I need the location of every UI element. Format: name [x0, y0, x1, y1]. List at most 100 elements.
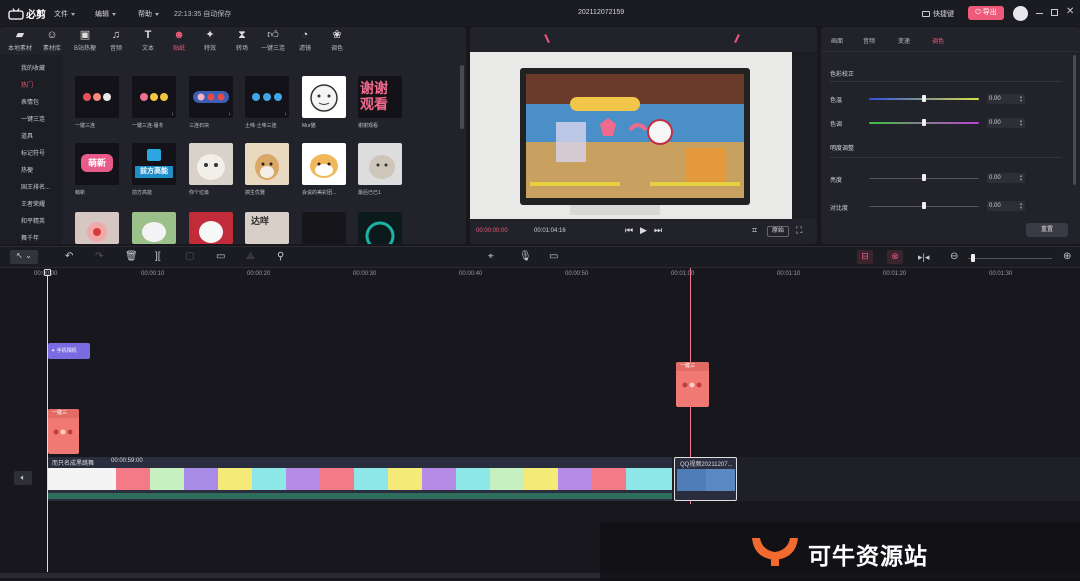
aspect-ratio-button[interactable]: 原始 — [767, 226, 789, 237]
category-king-ranking[interactable]: 国王排名... — [21, 182, 50, 191]
crop-icon[interactable]: ⌗ — [752, 225, 757, 236]
minimize-icon[interactable] — [1036, 13, 1043, 14]
properties-scrollbar[interactable] — [1073, 55, 1076, 185]
play-icon[interactable]: ▶ — [640, 225, 647, 236]
temperature-slider-handle[interactable] — [922, 95, 926, 102]
zoom-slider-handle[interactable] — [971, 254, 975, 262]
tab-triple-action[interactable]: 👍︎ 一键三连 — [258, 29, 288, 52]
playhead-handle[interactable] — [44, 269, 51, 276]
sticker-clip[interactable]: 一键三 — [676, 362, 709, 407]
tab-audio[interactable]: ♫ 音频 — [101, 29, 131, 52]
tab-material-library[interactable]: ☺ 素材库 — [37, 29, 67, 52]
mirror-icon[interactable]: ⟁ — [246, 251, 255, 263]
sticker-item[interactable] — [75, 212, 119, 244]
select-tool-icon[interactable]: ↖ ⌄ — [10, 250, 38, 264]
sticker-item[interactable]: 前方高能 — [132, 143, 176, 185]
menu-file[interactable]: 文件 — [54, 9, 75, 19]
sticker-clip[interactable]: 一键三 — [48, 409, 79, 454]
sticker-item[interactable] — [302, 212, 346, 244]
category-props[interactable]: 道具 — [21, 131, 33, 140]
redo-icon[interactable]: ↷ — [95, 251, 103, 263]
category-symbols[interactable]: 标记符号 — [21, 148, 45, 157]
menu-edit[interactable]: 编辑 — [95, 9, 116, 19]
close-icon[interactable]: ✕ — [1066, 6, 1074, 17]
sticker-item[interactable]: 谢谢 观看 — [358, 76, 402, 118]
category-favorites[interactable]: 我的收藏 — [21, 63, 45, 72]
category-emoji[interactable]: 表情包 — [21, 97, 39, 106]
tab-picture[interactable]: 画面 — [831, 36, 843, 45]
align-icon[interactable]: ▸|◂ — [918, 251, 929, 263]
sticker-scrollbar[interactable] — [460, 65, 464, 129]
download-icon[interactable]: ↓ — [171, 111, 174, 117]
sticker-item[interactable]: ↓ — [245, 76, 289, 118]
export-button[interactable]: ⏻ 导出 — [968, 6, 1004, 20]
track-volume-icon[interactable]: 🔈︎ — [14, 471, 32, 485]
tab-audio-props[interactable]: 音频 — [863, 36, 875, 45]
temperature-spinner-icon[interactable]: ▲ ▼ — [1019, 95, 1023, 103]
time-ruler[interactable]: 00:00:00 00:00:10 00:00:20 00:00:30 00:0… — [34, 268, 1080, 282]
shortcut-button[interactable]: 快捷键 — [922, 9, 954, 19]
category-peace-elite[interactable]: 和平精英 — [21, 216, 45, 225]
contrast-spinner-icon[interactable]: ▲ ▼ — [1019, 202, 1023, 210]
brightness-slider-handle[interactable] — [922, 174, 926, 181]
maximize-icon[interactable] — [1051, 9, 1058, 16]
sticker-item[interactable] — [302, 143, 346, 185]
main-video-clip[interactable]: 而只名成黑跳舞 00:00:59:00 — [48, 457, 672, 501]
snapshot-icon[interactable]: ⌖ — [488, 251, 494, 263]
sticker-item[interactable]: 达咩 — [245, 212, 289, 244]
magnet-snap-icon[interactable]: ⊟ — [857, 250, 873, 264]
split-icon[interactable]: ][ — [155, 251, 161, 263]
zoom-in-icon[interactable]: ⊕ — [1063, 251, 1071, 263]
download-icon[interactable]: ↓ — [284, 111, 287, 117]
sticker-item[interactable] — [245, 143, 289, 185]
contrast-slider-handle[interactable] — [922, 202, 926, 209]
delete-icon[interactable]: 🗑︎ — [125, 251, 138, 263]
avatar[interactable] — [1013, 6, 1028, 21]
second-video-clip[interactable]: QQ视频20211207... — [674, 457, 737, 501]
category-triple[interactable]: 一键三连 — [21, 114, 45, 123]
sticker-item[interactable] — [189, 212, 233, 244]
freeze-icon[interactable]: ▢ — [185, 251, 194, 263]
sticker-item[interactable] — [358, 143, 402, 185]
brightness-spinner-icon[interactable]: ▲ ▼ — [1019, 174, 1023, 182]
video-preview[interactable] — [470, 52, 792, 219]
tab-transitions[interactable]: ⧗ 转场 — [227, 29, 257, 52]
category-hot[interactable]: 热门 — [21, 80, 33, 89]
sticker-item[interactable]: ↓ — [189, 76, 233, 118]
download-icon[interactable]: ↓ — [228, 111, 231, 117]
category-honor-of-kings[interactable]: 王者荣耀 — [21, 199, 45, 208]
sticker-item[interactable] — [358, 212, 402, 244]
sticker-item[interactable] — [132, 212, 176, 244]
sticker-item[interactable] — [75, 76, 119, 118]
sticker-item[interactable] — [302, 76, 346, 118]
sticker-item[interactable] — [189, 143, 233, 185]
sticker-item[interactable]: ↓ — [132, 76, 176, 118]
camera-icon[interactable]: ▭ — [549, 251, 558, 263]
category-dance[interactable]: 舞千年 — [21, 233, 39, 242]
zoom-out-icon[interactable]: ⊖ — [950, 251, 958, 263]
tab-effects[interactable]: ✦ 特效 — [195, 29, 225, 52]
category-memes[interactable]: 热梗 — [21, 165, 33, 174]
tab-color-grading[interactable]: 调色 — [932, 36, 944, 45]
replace-icon[interactable]: ▭ — [216, 251, 225, 263]
effect-clip[interactable]: ✦ 手机相机 — [48, 343, 90, 359]
tab-local-media[interactable]: ▰ 本地素材 — [5, 29, 35, 52]
fullscreen-icon[interactable]: ⛶ — [796, 225, 802, 236]
tab-stickers[interactable]: ☻ 贴纸 — [164, 29, 194, 52]
tint-slider-handle[interactable] — [922, 119, 926, 126]
undo-icon[interactable]: ↶ — [65, 251, 73, 263]
pin-icon[interactable]: ⚲ — [277, 251, 284, 263]
next-frame-icon[interactable]: ⏭ — [654, 225, 662, 236]
microphone-icon[interactable]: 🎙︎ — [519, 251, 532, 263]
tab-bilibili-memes[interactable]: ▣ B站热梗 — [70, 29, 100, 52]
reset-button[interactable]: 重置 — [1026, 223, 1068, 237]
zoom-slider[interactable] — [968, 258, 1052, 259]
tab-speed[interactable]: 变速 — [898, 36, 910, 45]
menu-help[interactable]: 帮助 — [138, 9, 159, 19]
prev-frame-icon[interactable]: ⏮ — [625, 225, 633, 236]
tab-filters[interactable]: ◔ 滤镜 — [290, 29, 320, 52]
sticker-item[interactable]: 萌新 — [75, 143, 119, 185]
tint-spinner-icon[interactable]: ▲ ▼ — [1019, 119, 1023, 127]
tab-text[interactable]: T 文本 — [133, 29, 163, 52]
link-icon[interactable]: ⊗ — [887, 250, 903, 264]
